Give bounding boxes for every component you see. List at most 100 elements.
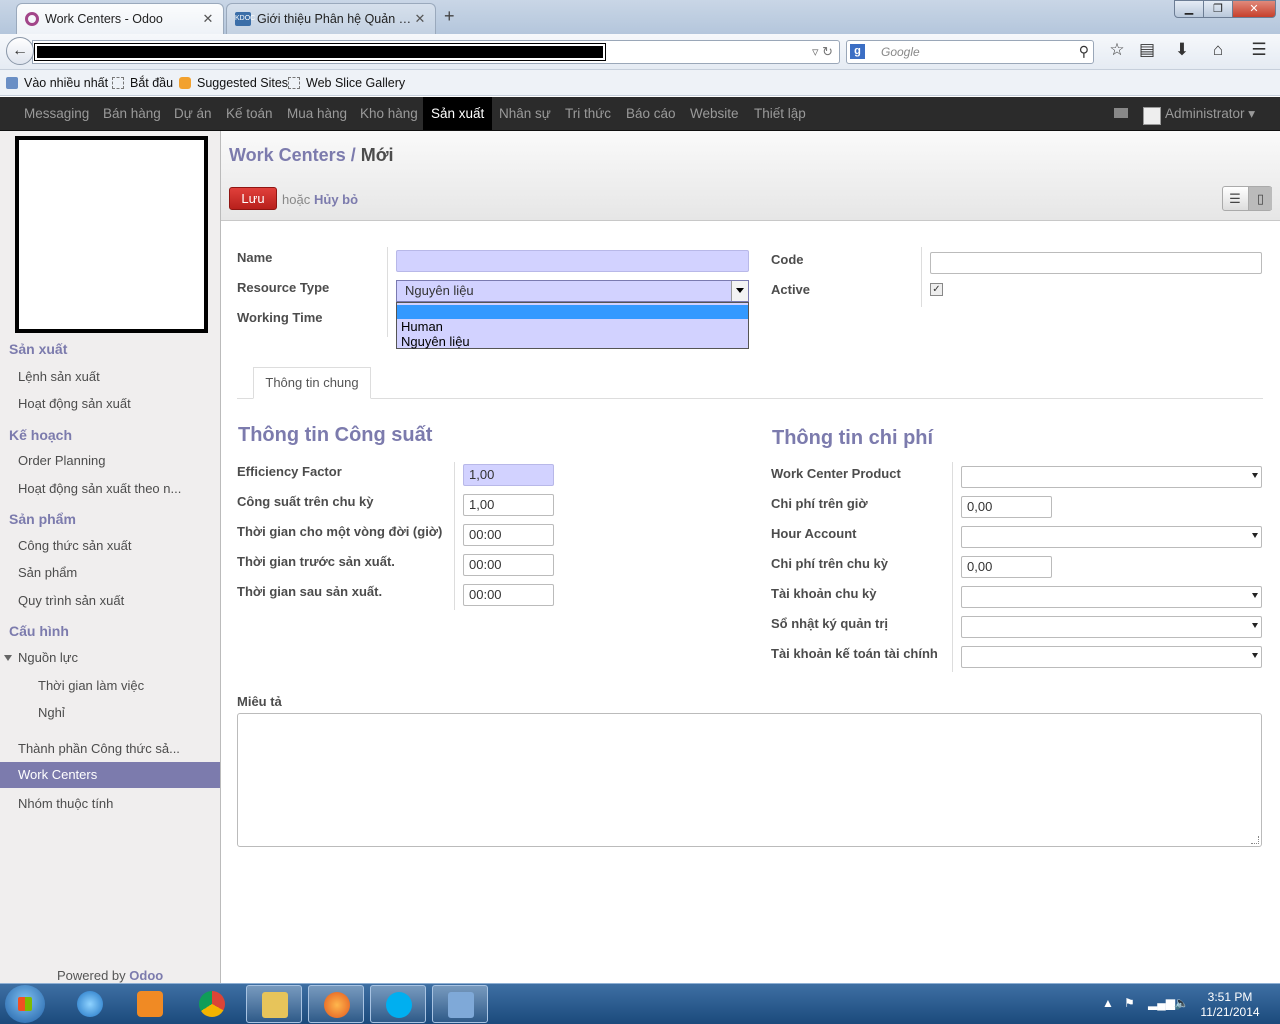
time-after-production-input[interactable]: 00:00 (463, 584, 554, 606)
sidebar-item-lenh-san-xuat[interactable]: Lệnh sản xuất (18, 369, 100, 384)
sidebar-item-hoat-dong-san-xuat[interactable]: Hoạt động sản xuất (18, 396, 131, 411)
time-before-production-input[interactable]: 00:00 (463, 554, 554, 576)
tab-thong-tin-chung[interactable]: Thông tin chung (253, 367, 371, 399)
dropdown-arrow-icon[interactable] (731, 281, 748, 301)
dropdown-arrow-icon[interactable] (1252, 653, 1258, 658)
user-menu[interactable]: Administrator ▾ (1165, 97, 1255, 130)
minimize-window-icon[interactable]: ▁ (1174, 0, 1204, 18)
back-arrow-icon[interactable]: ← (6, 37, 34, 65)
analytic-journal-select[interactable] (961, 616, 1262, 638)
taskbar-media[interactable] (122, 985, 178, 1023)
taskbar-chrome[interactable] (184, 985, 240, 1023)
avatar[interactable] (1143, 107, 1161, 125)
menu-ban-hang[interactable]: Bán hàng (95, 97, 169, 130)
bookmark-suggested-sites[interactable]: Suggested Sites (179, 76, 288, 90)
resource-type-option-empty[interactable] (397, 305, 748, 319)
sidebar-item-order-planning[interactable]: Order Planning (18, 453, 105, 468)
sidebar-item-nguon-luc[interactable]: Nguồn lực (18, 650, 78, 665)
volume-icon[interactable]: 🔈 (1174, 996, 1189, 1010)
dropdown-arrow-icon[interactable] (1252, 533, 1258, 538)
menu-ke-toan[interactable]: Kế toán (218, 97, 281, 130)
taskbar-explorer[interactable] (246, 985, 302, 1023)
resource-type-option-nguyen-lieu[interactable]: Nguyên liệu (397, 335, 748, 349)
browser-tab-gioi-thieu[interactable]: KDOC Giới thiệu Phân hệ Quản lý... ✕ (226, 3, 436, 34)
taskbar-ie[interactable] (62, 985, 118, 1023)
resource-type-select[interactable]: Nguyên liệu (396, 280, 749, 302)
menu-messaging[interactable]: Messaging (16, 97, 97, 130)
dropdown-arrow-icon[interactable] (1252, 473, 1258, 478)
dropdown-arrow-icon[interactable] (1252, 623, 1258, 628)
efficiency-factor-input[interactable]: 1,00 (463, 464, 554, 486)
sidebar-item-nghi[interactable]: Nghỉ (38, 705, 65, 720)
maximize-window-icon[interactable]: ❐ (1203, 0, 1233, 18)
menu-tri-thuc[interactable]: Tri thức (557, 97, 619, 130)
mail-icon[interactable] (1114, 108, 1128, 118)
menu-thiet-lap[interactable]: Thiết lập (746, 97, 814, 130)
bookmark-most-visited[interactable]: Vào nhiều nhất (6, 76, 108, 90)
financial-account-select[interactable] (961, 646, 1262, 668)
network-signal-icon[interactable]: ▂▄▆ (1148, 996, 1175, 1010)
dropdown-arrow-icon[interactable] (1252, 593, 1258, 598)
bookmark-getting-started[interactable]: Bắt đầu (112, 76, 173, 90)
discard-button[interactable]: Hủy bỏ (314, 192, 358, 207)
url-bar[interactable]: ▿ ↻ (32, 40, 840, 64)
code-input[interactable] (930, 252, 1262, 274)
menu-kho-hang[interactable]: Kho hàng (352, 97, 426, 130)
menu-website[interactable]: Website (682, 97, 747, 130)
menu-mua-hang[interactable]: Mua hàng (279, 97, 355, 130)
capacity-per-cycle-input[interactable]: 1,00 (463, 494, 554, 516)
menu-du-an[interactable]: Dự án (166, 97, 220, 130)
close-tab-icon[interactable]: ✕ (201, 11, 215, 27)
cost-per-hour-input[interactable]: 0,00 (961, 496, 1052, 518)
hamburger-menu-icon[interactable]: ☰ (1247, 40, 1271, 60)
download-icon[interactable]: ⬇ (1170, 40, 1194, 60)
time-per-cycle-input[interactable]: 00:00 (463, 524, 554, 546)
sidebar-item-quy-trinh-san-xuat[interactable]: Quy trình sản xuất (18, 593, 124, 608)
google-search-engine-icon[interactable]: g (850, 44, 865, 59)
action-center-flag-icon[interactable]: ⚑ (1124, 996, 1135, 1010)
resize-handle-icon[interactable] (1251, 836, 1259, 844)
sidebar-item-work-centers[interactable]: Work Centers (0, 762, 220, 788)
home-icon[interactable]: ⌂ (1206, 40, 1230, 60)
tray-expand-icon[interactable]: ▲ (1102, 996, 1114, 1010)
bookmark-star-icon[interactable]: ☆ (1105, 40, 1129, 60)
odoo-brand-link[interactable]: Odoo (129, 968, 163, 983)
taskbar-photo-viewer[interactable] (432, 985, 488, 1023)
close-tab-icon[interactable]: ✕ (413, 11, 427, 27)
new-tab-icon[interactable]: + (444, 6, 455, 27)
menu-nhan-su[interactable]: Nhân sự (491, 97, 559, 130)
work-center-product-select[interactable] (961, 466, 1262, 488)
menu-san-xuat[interactable]: Sản xuất (423, 97, 493, 130)
sidebar-item-nhom-thuoc-tinh[interactable]: Nhóm thuộc tính (18, 796, 113, 811)
bookmarks-list-icon[interactable]: ▤ (1135, 40, 1159, 60)
windows-start-icon[interactable] (5, 985, 45, 1023)
cycle-account-select[interactable] (961, 586, 1262, 608)
company-logo[interactable] (15, 136, 208, 333)
sidebar-item-cong-thuc-san-xuat[interactable]: Công thức sản xuất (18, 538, 132, 553)
sidebar-item-hoat-dong-theo-n[interactable]: Hoạt động sản xuất theo n... (18, 481, 181, 496)
menu-bao-cao[interactable]: Báo cáo (618, 97, 684, 130)
close-window-icon[interactable]: ✕ (1232, 0, 1276, 18)
sidebar-item-san-pham[interactable]: Sản phẩm (18, 565, 77, 580)
form-view-icon[interactable]: ▯ (1248, 187, 1272, 210)
resource-type-option-human[interactable]: Human (397, 320, 748, 334)
active-checkbox[interactable]: ✓ (930, 283, 943, 296)
search-bar[interactable]: g Google ⚲ (846, 40, 1094, 64)
hour-account-select[interactable] (961, 526, 1262, 548)
description-textarea[interactable] (237, 713, 1262, 847)
breadcrumb-work-centers[interactable]: Work Centers (229, 145, 346, 165)
expand-triangle-icon[interactable] (4, 655, 12, 661)
system-clock[interactable]: 3:51 PM 11/21/2014 (1198, 990, 1262, 1020)
taskbar-skype[interactable] (370, 985, 426, 1023)
sidebar-item-thoi-gian-lam-viec[interactable]: Thời gian làm việc (38, 678, 144, 693)
sidebar-item-thanh-phan-cong-thuc[interactable]: Thành phần Công thức sả... (18, 741, 180, 756)
name-input[interactable] (396, 250, 749, 272)
cost-per-cycle-input[interactable]: 0,00 (961, 556, 1052, 578)
list-view-icon[interactable]: ☰ (1223, 187, 1247, 210)
search-icon[interactable]: ⚲ (1079, 43, 1089, 60)
browser-tab-work-centers[interactable]: Work Centers - Odoo ✕ (16, 3, 224, 34)
save-button[interactable]: Lưu (229, 187, 277, 210)
bookmark-web-slice-gallery[interactable]: Web Slice Gallery (288, 76, 405, 90)
reload-icon[interactable]: ▿ ↻ (812, 44, 833, 60)
taskbar-firefox[interactable] (308, 985, 364, 1023)
